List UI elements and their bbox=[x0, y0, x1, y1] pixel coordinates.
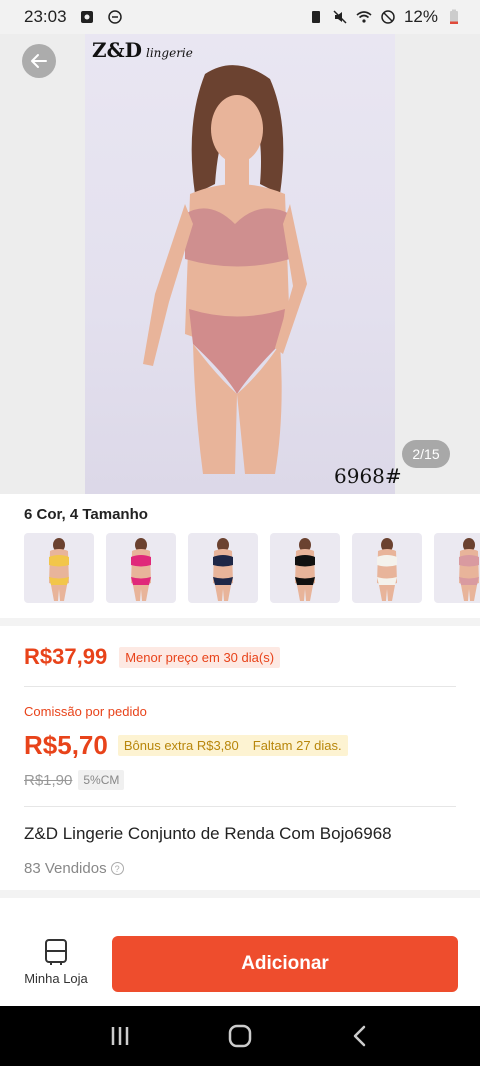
wifi-icon bbox=[356, 11, 372, 23]
current-price: R$37,99 bbox=[24, 644, 108, 669]
divider bbox=[24, 806, 456, 807]
recent-apps-icon[interactable] bbox=[108, 1025, 132, 1047]
price-section: R$37,99 Menor preço em 30 dia(s) Comissã… bbox=[0, 626, 480, 890]
brand-sub: lingerie bbox=[146, 46, 193, 60]
arrow-left-icon bbox=[31, 54, 47, 68]
sold-count: 83 Vendidos bbox=[24, 860, 107, 877]
lowest-price-badge: Menor preço em 30 dia(s) bbox=[119, 646, 281, 668]
variant-thumbnails bbox=[24, 533, 480, 603]
do-not-disturb-icon bbox=[107, 10, 122, 24]
battery-saver-icon bbox=[311, 11, 320, 23]
variant-image bbox=[131, 538, 151, 601]
add-button[interactable]: Adicionar bbox=[112, 936, 458, 992]
bonus-badge: Bônus extra R$3,80 Faltam 27 dias. bbox=[117, 735, 348, 756]
variant-image bbox=[295, 538, 315, 601]
status-bar: 23:03 12% bbox=[0, 0, 480, 34]
brand-name: Z&D bbox=[92, 38, 142, 62]
model-code: 6968# bbox=[334, 464, 402, 488]
commission-rate-badge: 5%CM bbox=[78, 770, 125, 790]
back-button[interactable] bbox=[22, 44, 56, 78]
store-icon bbox=[45, 939, 67, 965]
bonus-text: Bônus extra R$3,80 bbox=[123, 738, 239, 753]
variant-image bbox=[213, 538, 233, 601]
old-commission: R$1,90 bbox=[24, 771, 73, 789]
my-store-label: Minha Loja bbox=[24, 971, 88, 986]
variant-thumbnail[interactable] bbox=[352, 533, 422, 603]
system-nav-bar bbox=[0, 1006, 480, 1066]
variant-thumbnail[interactable] bbox=[188, 533, 258, 603]
variant-image bbox=[377, 538, 397, 601]
sold-count-row: 83 Vendidos ? bbox=[24, 860, 124, 877]
variant-thumbnail[interactable] bbox=[270, 533, 340, 603]
help-icon[interactable]: ? bbox=[110, 862, 124, 875]
bottom-action-bar: Minha Loja Adicionar bbox=[0, 922, 480, 1006]
product-image-gallery[interactable]: Z&D lingerie 6968# 2/15 bbox=[0, 34, 480, 494]
media-icon bbox=[80, 11, 93, 23]
status-time: 23:03 bbox=[24, 7, 67, 26]
commission-value: R$5,70 bbox=[24, 730, 108, 760]
divider bbox=[24, 686, 456, 687]
battery-percent: 12% bbox=[403, 7, 438, 26]
image-page-counter: 2/15 bbox=[402, 440, 450, 468]
product-photo bbox=[85, 34, 395, 494]
battery-icon bbox=[450, 9, 458, 24]
back-nav-icon[interactable] bbox=[348, 1024, 372, 1048]
variants-title: 6 Cor, 4 Tamanho bbox=[24, 506, 148, 523]
remaining-days: Faltam 27 dias. bbox=[252, 738, 342, 753]
my-store-button[interactable]: Minha Loja bbox=[14, 938, 98, 996]
section-divider bbox=[0, 618, 480, 626]
home-icon[interactable] bbox=[227, 1023, 253, 1049]
product-title: Z&D Lingerie Conjunto de Renda Com Bojo6… bbox=[24, 824, 392, 843]
variant-image bbox=[459, 538, 479, 601]
variants-section: 6 Cor, 4 Tamanho bbox=[0, 494, 480, 618]
variant-thumbnail[interactable] bbox=[434, 533, 480, 603]
brand-logo: Z&D lingerie bbox=[92, 38, 193, 62]
commission-label: Comissão por pedido bbox=[24, 704, 147, 719]
section-divider bbox=[0, 890, 480, 898]
variant-image bbox=[49, 538, 69, 601]
variant-thumbnail[interactable] bbox=[106, 533, 176, 603]
no-signal-icon bbox=[381, 10, 395, 24]
variant-thumbnail[interactable] bbox=[24, 533, 94, 603]
model-illustration bbox=[143, 65, 307, 474]
mute-icon bbox=[333, 10, 347, 24]
